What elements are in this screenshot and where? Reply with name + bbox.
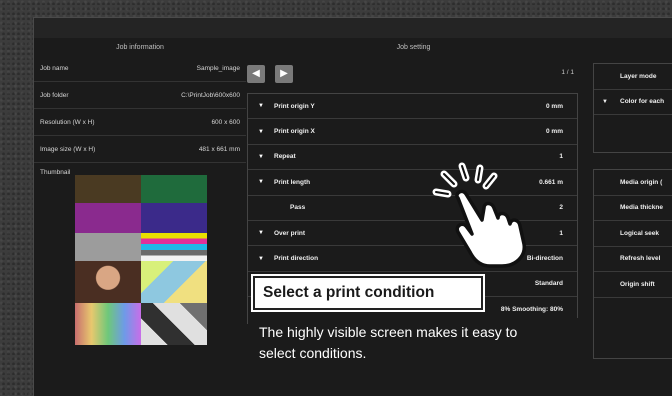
triangle-down-icon: ▼ [258, 153, 264, 160]
info-label: Resolution (W x H) [40, 118, 95, 126]
info-row-resolution: Resolution (W x H) 600 x 600 [34, 109, 246, 136]
info-value: Sample_image [196, 64, 240, 72]
triangle-down-icon: ▼ [258, 179, 264, 186]
triangle-down-icon: ▼ [258, 128, 264, 135]
info-row-job-folder: Job folder C:\PrintJob\600x600 [34, 82, 246, 109]
print-condition-callout: Select a print condition [253, 276, 483, 310]
media-settings-group: Media origin ( Media thickne Logical see… [593, 169, 672, 359]
setting-media-origin[interactable]: Media origin ( [594, 170, 672, 196]
caption-line-1: The highly visible screen makes it easy … [259, 324, 518, 340]
triangle-down-icon: ▼ [258, 103, 264, 110]
info-value: 481 x 661 mm [198, 145, 240, 153]
setting-name: Print origin Y [274, 102, 315, 110]
next-page-button[interactable]: ▶ [275, 65, 293, 83]
setting-name: Origin shift [620, 280, 655, 288]
setting-media-thickness[interactable]: Media thickne [594, 196, 672, 221]
layer-settings-group: Layer mode ▼ Color for each [593, 63, 672, 153]
job-setting-title: Job setting [396, 44, 431, 51]
info-label: Job folder [40, 91, 69, 99]
setting-refresh-level[interactable]: Refresh level [594, 247, 672, 272]
setting-layer-mode[interactable]: Layer mode [594, 64, 672, 90]
setting-name: Media thickne [620, 204, 663, 212]
chevron-right-icon: ▶ [280, 68, 288, 79]
pager: ◀ ▶ 1 / 1 [247, 65, 580, 85]
right-settings-panel: Layer mode ▼ Color for each Media origin… [593, 63, 672, 365]
setting-name: Print origin X [274, 128, 315, 136]
info-row-job-name: Job name Sample_image [34, 55, 246, 82]
setting-value: 0 mm [546, 128, 563, 136]
setting-name: Refresh level [620, 255, 661, 263]
setting-value: 1 [559, 229, 563, 237]
hand-pointer-icon [432, 162, 526, 268]
setting-name: Layer mode [620, 72, 657, 80]
setting-color-for-each[interactable]: ▼ Color for each [594, 90, 672, 115]
setting-value: 1 [559, 153, 563, 161]
setting-name: Color for each [620, 98, 665, 106]
title-bar [34, 18, 672, 38]
thumbnail-image [75, 175, 207, 345]
caption-text: The highly visible screen makes it easy … [248, 318, 578, 368]
triangle-down-icon: ▼ [258, 230, 264, 237]
info-label: Image size (W x H) [40, 145, 96, 153]
info-value: C:\PrintJob\600x600 [181, 91, 240, 99]
setting-value: 2 [559, 204, 563, 212]
info-value: 600 x 600 [211, 118, 240, 126]
setting-logical-seek[interactable]: Logical seek [594, 221, 672, 247]
setting-print-origin-x[interactable]: ▼ Print origin X 0 mm [248, 119, 577, 145]
setting-value: Standard [534, 280, 563, 288]
setting-value: 0.661 m [539, 178, 563, 186]
setting-value: 8% Smoothing: 80% [500, 305, 563, 313]
setting-name: Media origin ( [620, 178, 663, 186]
triangle-down-icon: ▼ [602, 98, 608, 105]
job-information-title: Job information [116, 44, 164, 51]
setting-name: Logical seek [620, 229, 660, 237]
caption-line-2: select conditions. [259, 345, 367, 361]
info-row-image-size: Image size (W x H) 481 x 661 mm [34, 136, 246, 163]
callout-title: Select a print condition [263, 284, 435, 301]
setting-print-origin-y[interactable]: ▼ Print origin Y 0 mm [248, 94, 577, 120]
triangle-down-icon: ▼ [258, 255, 264, 262]
page-indicator: 1 / 1 [561, 69, 574, 76]
setting-origin-shift[interactable]: Origin shift [594, 272, 672, 298]
setting-value: 0 mm [546, 102, 563, 110]
previous-page-button[interactable]: ◀ [247, 65, 265, 83]
chevron-left-icon: ◀ [252, 68, 260, 79]
info-label: Job name [40, 64, 69, 72]
